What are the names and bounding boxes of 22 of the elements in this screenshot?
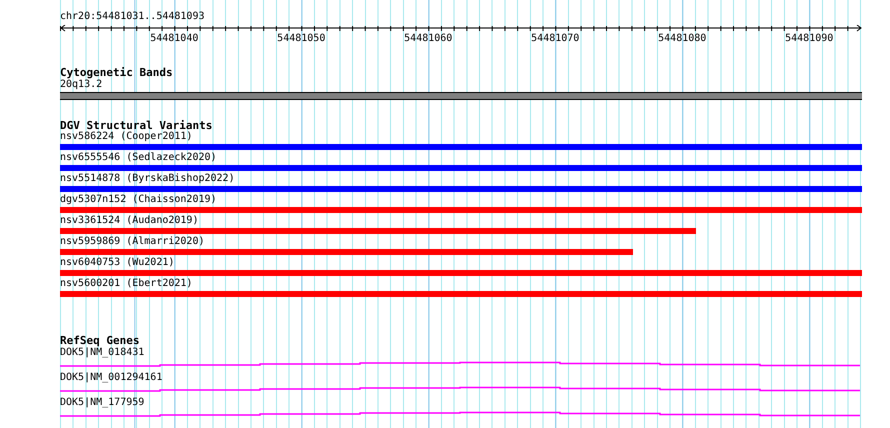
ruler-tick-label: 54481050	[277, 33, 326, 45]
band-label: 20q13.2	[60, 79, 102, 91]
variant-label: dgv5307n152 (Chaisson2019)	[60, 194, 217, 206]
location-label: chr20:54481031..54481093	[60, 11, 204, 23]
ruler-tick-label: 54481060	[404, 33, 452, 45]
ruler-tick-label: 54481040	[150, 33, 198, 45]
track-title: DGV Structural Variants	[60, 120, 212, 132]
variant-label: nsv5600201 (Ebert2021)	[60, 278, 192, 290]
variant-label: nsv3361524 (Audano2019)	[60, 215, 198, 227]
variant-label: nsv6555546 (Sedlazeck2020)	[60, 152, 217, 164]
gene-label: DOK5|NM_018431	[60, 347, 144, 359]
ruler-tick-label: 54481090	[785, 33, 834, 45]
track-title: RefSeq Genes	[60, 335, 140, 347]
gene-label: DOK5|NM_001294161	[60, 372, 162, 384]
variant-label: nsv5959869 (Almarri2020)	[60, 236, 204, 248]
gene-label: DOK5|NM_177959	[60, 397, 144, 409]
variant-label: nsv586224 (Cooper2011)	[60, 131, 192, 143]
ruler-tick-label: 54481070	[531, 33, 580, 45]
track-title: Cytogenetic Bands	[60, 67, 173, 79]
variant-label: nsv5514878 (ByrskaBishop2022)	[60, 173, 235, 185]
variant-label: nsv6040753 (Wu2021)	[60, 257, 174, 269]
ruler-tick-label: 54481080	[658, 33, 706, 45]
